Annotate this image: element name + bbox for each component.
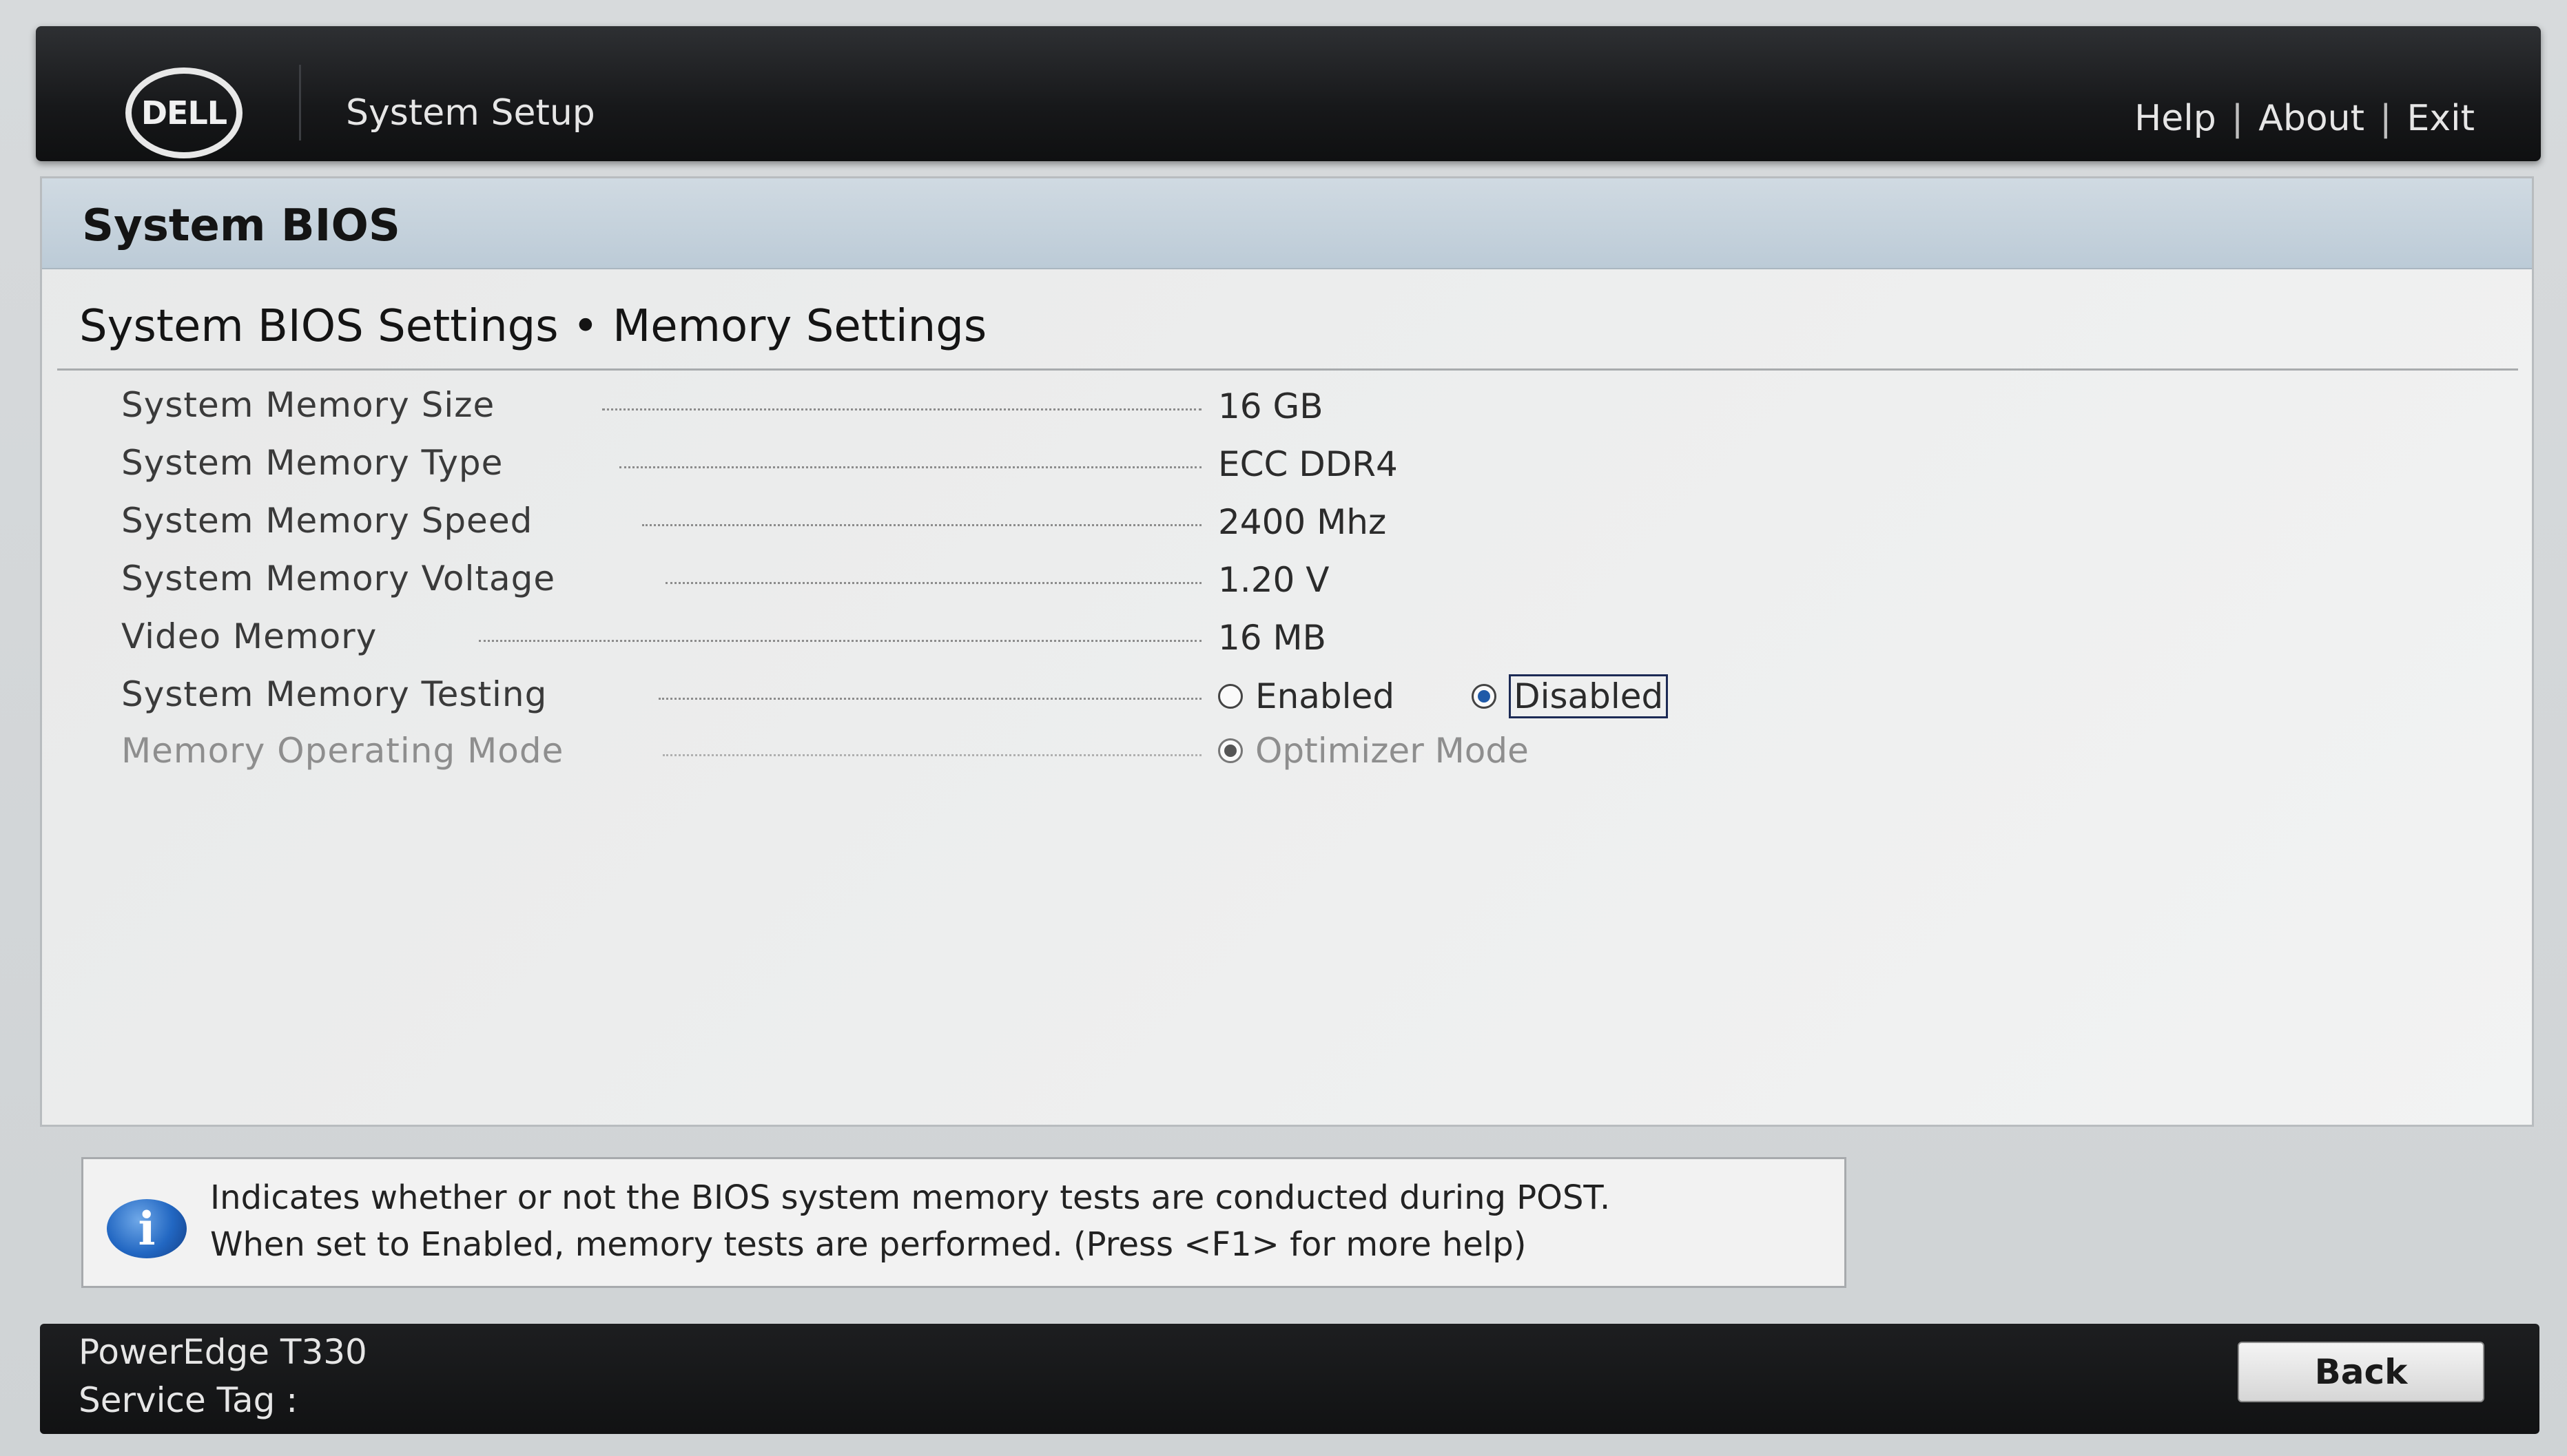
info-icon: i xyxy=(107,1199,187,1258)
help-text: Indicates whether or not the BIOS system… xyxy=(210,1174,1610,1268)
app-title: System Setup xyxy=(346,92,595,134)
radio-label: Enabled xyxy=(1255,676,1395,716)
setting-row-memory-speed: System Memory Speed 2400 Mhz xyxy=(121,501,2464,556)
setting-value: 16 GB xyxy=(1218,386,1323,426)
help-line: Indicates whether or not the BIOS system… xyxy=(210,1178,1611,1217)
help-link[interactable]: Help xyxy=(2134,98,2216,139)
radio-option-enabled[interactable]: Enabled xyxy=(1218,676,1394,716)
setting-label: Memory Operating Mode xyxy=(121,731,564,771)
memory-testing-radio-group: Enabled Disabled xyxy=(1218,674,1669,718)
leader-dots xyxy=(659,698,1202,700)
radio-label: Disabled xyxy=(1509,674,1669,718)
page-title: System BIOS xyxy=(82,200,400,251)
radio-option-optimizer: Optimizer Mode xyxy=(1218,731,1529,771)
setting-label: System Memory Size xyxy=(121,385,495,425)
setting-label: System Memory Testing xyxy=(121,674,548,714)
section-heading: System BIOS Settings • Memory Settings xyxy=(79,301,987,352)
header-links: Help | About | Exit xyxy=(2134,98,2475,139)
setting-value: 16 MB xyxy=(1218,618,1326,658)
dell-logo: DELL xyxy=(125,67,243,158)
radio-label: Optimizer Mode xyxy=(1255,731,1529,771)
radio-checked-icon xyxy=(1218,738,1243,763)
heading-divider xyxy=(57,368,2518,371)
header-divider xyxy=(299,65,301,141)
setting-value: 1.20 V xyxy=(1218,560,1330,600)
leader-dots xyxy=(666,582,1202,584)
setting-label: System Memory Speed xyxy=(121,501,533,541)
setting-row-memory-voltage: System Memory Voltage 1.20 V xyxy=(121,559,2464,614)
about-link[interactable]: About xyxy=(2258,98,2364,139)
leader-dots xyxy=(479,640,1202,642)
setting-row-video-memory: Video Memory 16 MB xyxy=(121,616,2464,672)
exit-link[interactable]: Exit xyxy=(2407,98,2475,139)
setting-row-memory-size: System Memory Size 16 GB xyxy=(121,385,2464,440)
back-button[interactable]: Back xyxy=(2238,1342,2484,1402)
leader-dots xyxy=(663,754,1202,756)
setting-label: System Memory Voltage xyxy=(121,559,556,599)
setting-label: System Memory Type xyxy=(121,443,504,483)
radio-option-disabled[interactable]: Disabled xyxy=(1472,674,1669,718)
settings-panel: System BIOS System BIOS Settings • Memor… xyxy=(40,176,2534,1127)
operating-mode-radio-group: Optimizer Mode xyxy=(1218,731,1529,771)
setting-value: 2400 Mhz xyxy=(1218,502,1387,542)
setting-row-memory-type: System Memory Type ECC DDR4 xyxy=(121,443,2464,498)
system-model: PowerEdge T330 xyxy=(79,1332,367,1372)
radio-unchecked-icon[interactable] xyxy=(1218,684,1243,709)
bottom-status-bar: PowerEdge T330 Service Tag : Back xyxy=(40,1324,2539,1434)
link-separator: | xyxy=(2380,98,2392,139)
setting-row-memory-testing: System Memory Testing Enabled Disabled xyxy=(121,674,2464,729)
help-box: i Indicates whether or not the BIOS syst… xyxy=(81,1157,1846,1288)
setting-row-operating-mode: Memory Operating Mode Optimizer Mode xyxy=(121,731,2464,786)
setting-value: ECC DDR4 xyxy=(1218,444,1398,484)
service-tag: Service Tag : xyxy=(79,1380,298,1420)
bios-screen: DELL System Setup Help | About | Exit Sy… xyxy=(0,0,2567,1456)
setting-label: Video Memory xyxy=(121,616,378,656)
leader-dots xyxy=(619,466,1202,468)
panel-header: System BIOS xyxy=(42,178,2532,269)
help-line: When set to Enabled, memory tests are pe… xyxy=(210,1225,1527,1264)
leader-dots xyxy=(642,524,1202,526)
link-separator: | xyxy=(2231,98,2244,139)
top-header-bar: DELL System Setup Help | About | Exit xyxy=(36,26,2541,161)
radio-checked-icon[interactable] xyxy=(1472,684,1497,709)
leader-dots xyxy=(602,408,1202,410)
